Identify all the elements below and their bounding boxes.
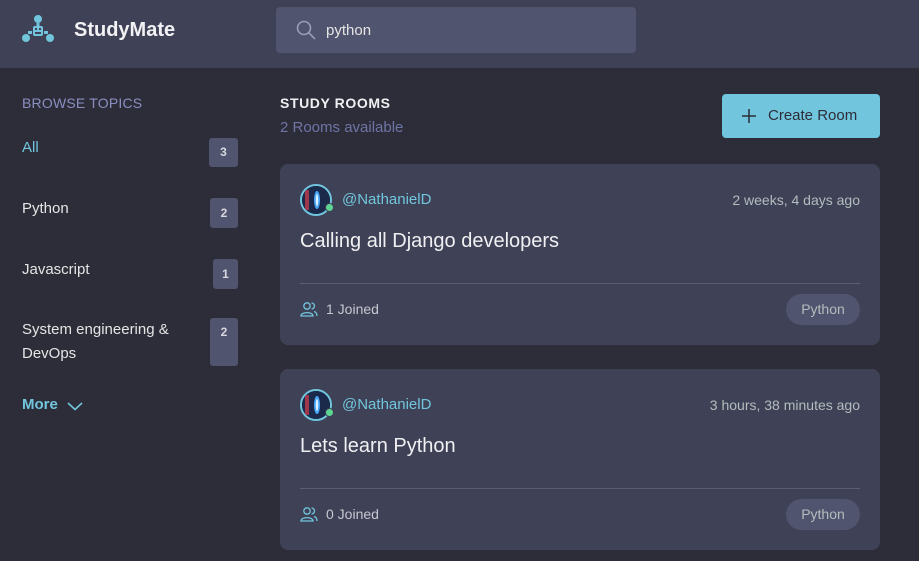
search-input[interactable] bbox=[326, 7, 616, 53]
search-bar[interactable] bbox=[276, 7, 636, 53]
room-title-link[interactable]: Lets learn Python bbox=[300, 435, 456, 458]
room-card[interactable]: @NathanielD 2 weeks, 4 days ago Calling … bbox=[280, 164, 880, 345]
topic-item-javascript[interactable]: Javascript 1 bbox=[22, 258, 242, 290]
card-divider bbox=[300, 488, 860, 489]
joined-count: 0 Joined bbox=[326, 506, 379, 522]
search-icon bbox=[296, 20, 316, 40]
topic-label: Python bbox=[22, 200, 69, 217]
online-status-dot bbox=[325, 408, 334, 417]
more-topics-link[interactable]: More bbox=[22, 396, 83, 413]
studymate-logo-icon[interactable] bbox=[22, 14, 54, 46]
room-author-link[interactable]: @NathanielD bbox=[342, 191, 431, 208]
more-label: More bbox=[22, 396, 58, 413]
topic-count-badge: 2 bbox=[210, 198, 238, 228]
room-card[interactable]: @NathanielD 3 hours, 38 minutes ago Lets… bbox=[280, 369, 880, 550]
topic-count-badge: 1 bbox=[213, 259, 238, 289]
topic-label: All bbox=[22, 139, 39, 156]
card-divider bbox=[300, 283, 860, 284]
chevron-down-icon bbox=[67, 402, 83, 411]
plus-icon bbox=[742, 109, 756, 123]
users-icon bbox=[300, 302, 318, 317]
brand-name[interactable]: StudyMate bbox=[74, 19, 175, 42]
topic-count-badge: 3 bbox=[209, 138, 238, 167]
topic-item-all[interactable]: All 3 bbox=[22, 136, 242, 167]
room-timestamp: 3 hours, 38 minutes ago bbox=[709, 397, 860, 413]
create-room-button[interactable]: Create Room bbox=[722, 94, 880, 138]
room-topic-tag[interactable]: Python bbox=[786, 294, 860, 325]
study-rooms-heading: STUDY ROOMS bbox=[280, 95, 391, 111]
topic-item-python[interactable]: Python 2 bbox=[22, 197, 242, 229]
room-title-link[interactable]: Calling all Django developers bbox=[300, 230, 559, 253]
browse-topics-heading: BROWSE TOPICS bbox=[22, 95, 143, 111]
topic-item-system-engineering-devops[interactable]: System engineering & DevOps 2 bbox=[22, 318, 242, 368]
room-timestamp: 2 weeks, 4 days ago bbox=[732, 192, 860, 208]
room-topic-tag[interactable]: Python bbox=[786, 499, 860, 530]
top-header: StudyMate bbox=[0, 0, 919, 68]
online-status-dot bbox=[325, 203, 334, 212]
topic-label: Javascript bbox=[22, 261, 90, 278]
topic-label: System engineering & DevOps bbox=[22, 321, 169, 362]
topic-count-badge: 2 bbox=[210, 318, 238, 366]
room-author-link[interactable]: @NathanielD bbox=[342, 396, 431, 413]
joined-count: 1 Joined bbox=[326, 301, 379, 317]
create-room-label: Create Room bbox=[768, 107, 858, 124]
users-icon bbox=[300, 507, 318, 522]
rooms-available-count: 2 Rooms available bbox=[280, 119, 404, 136]
